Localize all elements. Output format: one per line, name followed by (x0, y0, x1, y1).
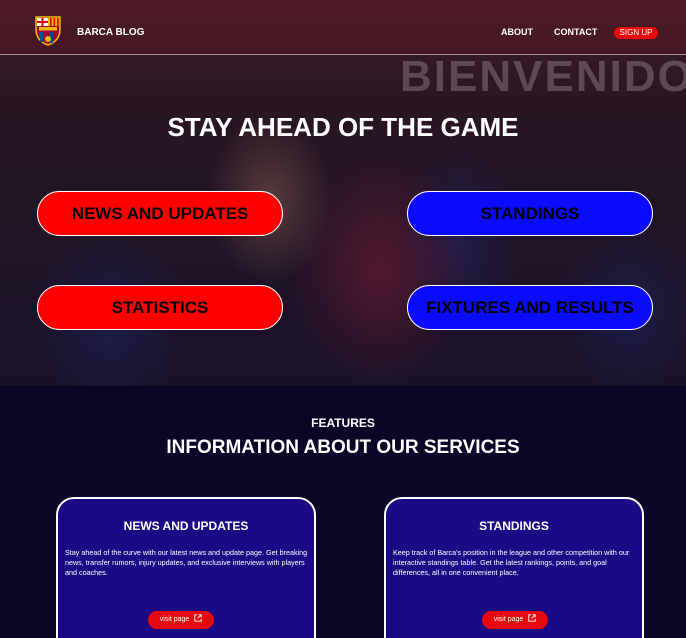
barca-crest-icon[interactable] (34, 15, 62, 46)
standings-card: STANDINGS Keep track of Barca's position… (384, 497, 644, 638)
card-title: NEWS AND UPDATES (123, 519, 249, 533)
visit-page-button[interactable]: visit page (148, 611, 214, 629)
stadium-banner: BIENVENIDO (400, 52, 686, 101)
nav-about-link[interactable]: ABOUT (501, 27, 533, 37)
external-link-icon (528, 614, 536, 622)
external-link-icon (194, 614, 202, 622)
brand-name[interactable]: BARCA BLOG (77, 27, 144, 38)
visit-page-label: visit page (159, 616, 190, 623)
news-and-updates-button[interactable]: NEWS AND UPDATES (37, 191, 283, 236)
features-heading: INFORMATION ABOUT OUR SERVICES (166, 437, 520, 458)
signup-button[interactable]: SIGN UP (614, 27, 658, 39)
standings-button[interactable]: STANDINGS (407, 191, 653, 236)
card-description: Keep track of Barca's position in the le… (393, 548, 630, 577)
card-title: STANDINGS (479, 519, 549, 533)
nav-contact-link[interactable]: CONTACT (554, 27, 597, 37)
top-nav: BARCA BLOG ABOUT CONTACT SIGN UP (0, 0, 686, 55)
features-label: FEATURES (311, 416, 375, 430)
hero-title: STAY AHEAD OF THE GAME (167, 112, 519, 142)
fixtures-and-results-button[interactable]: FIXTURES AND RESULTS (407, 285, 653, 330)
visit-page-label: visit page (493, 616, 524, 623)
card-description: Stay ahead of the curve with our latest … (65, 548, 308, 577)
visit-page-button[interactable]: visit page (482, 611, 548, 629)
news-card: NEWS AND UPDATES Stay ahead of the curve… (56, 497, 316, 638)
statistics-button[interactable]: STATISTICS (37, 285, 283, 330)
